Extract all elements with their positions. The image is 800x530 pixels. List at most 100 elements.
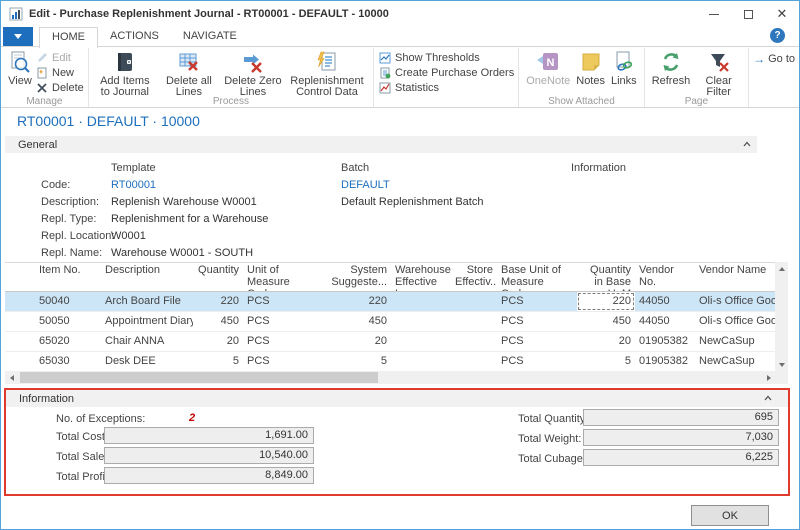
grid-cell[interactable]: 5 [193,352,243,371]
grid-row[interactable]: 65030Desk DEE5PCS5PCS501905382NewCaSup [5,352,775,372]
minimize-button[interactable] [697,1,731,27]
grid-cell[interactable]: Appointment Diary [101,312,193,331]
column-header[interactable]: Warehouse Effective I... [391,263,451,291]
grid-cell[interactable] [391,312,451,331]
grid-cell[interactable]: Chair ANNA [101,332,193,351]
statistics-button[interactable]: Statistics [378,80,514,95]
grid-cell[interactable]: 01905382 [635,352,695,371]
onenote-button[interactable]: N OneNote [523,49,573,88]
grid-cell[interactable]: Arch Board File [101,292,193,311]
batch-code-link[interactable]: DEFAULT [341,179,390,191]
delete-zero-lines-button[interactable]: Delete Zero Lines [221,49,285,99]
grid-cell[interactable] [5,332,35,351]
grid-cell[interactable]: PCS [243,312,323,331]
grid-cell[interactable]: 65030 [35,352,101,371]
column-header[interactable]: Base Unit of Measure Code [497,263,577,291]
links-button[interactable]: Links [608,49,640,88]
column-header[interactable]: Description [101,263,193,291]
template-code-link[interactable]: RT00001 [111,179,156,191]
grid-cell[interactable] [451,292,497,311]
grid-cell[interactable]: 50050 [35,312,101,331]
grid-cell[interactable]: 65020 [35,332,101,351]
new-button[interactable]: New [35,65,84,80]
vertical-scrollbar[interactable] [775,262,788,371]
total-cubage-field[interactable]: 6,225 [583,449,779,466]
grid-cell[interactable]: PCS [497,312,577,331]
edit-button[interactable]: Edit [35,50,84,65]
grid-cell[interactable] [5,292,35,311]
goto-button[interactable]: → Go to [753,51,795,66]
column-header[interactable]: Vendor No. [635,263,695,291]
grid-cell[interactable]: PCS [497,332,577,351]
general-section-header[interactable]: General [5,136,757,153]
collapse-general-icon[interactable] [743,141,750,148]
collapse-information-icon[interactable] [764,395,771,402]
tab-navigate[interactable]: NAVIGATE [171,27,249,47]
grid-cell[interactable]: 220 [577,292,635,311]
grid-cell[interactable] [391,332,451,351]
delete-button[interactable]: Delete [35,80,84,95]
grid-cell[interactable]: 50040 [35,292,101,311]
grid-cell[interactable] [5,312,35,331]
scroll-right-button[interactable] [762,371,775,384]
grid-cell[interactable]: PCS [497,292,577,311]
horizontal-scroll-thumb[interactable] [20,372,378,383]
total-sales-field[interactable]: 10,540.00 [104,447,314,464]
total-weight-field[interactable]: 7,030 [583,429,779,446]
column-header[interactable]: Unit of Measure Code [243,263,323,291]
grid-row[interactable]: 50050Appointment Diary450PCS450PCS450440… [5,312,775,332]
view-button[interactable]: View [5,49,35,88]
show-thresholds-button[interactable]: Show Thresholds [378,50,514,65]
grid-cell[interactable]: 01905382 [635,332,695,351]
grid-row[interactable]: 50040Arch Board File220PCS220PCS22044050… [5,292,775,312]
total-profit-field[interactable]: 8,849.00 [104,467,314,484]
help-button[interactable]: ? [770,28,785,43]
create-purchase-orders-button[interactable]: Create Purchase Orders [378,65,514,80]
app-menu-button[interactable] [3,27,33,46]
ok-button[interactable]: OK [691,505,769,526]
column-header[interactable]: Store Effectiv... [451,263,497,291]
grid-cell[interactable]: 20 [323,332,391,351]
scroll-left-button[interactable] [5,371,18,384]
grid-cell[interactable] [451,332,497,351]
grid-row[interactable]: 65020Chair ANNA20PCS20PCS2001905382NewCa… [5,332,775,352]
horizontal-scrollbar[interactable] [5,371,775,384]
grid-cell[interactable]: 450 [323,312,391,331]
column-header[interactable] [5,263,35,291]
notes-button[interactable]: Notes [573,49,608,88]
grid-cell[interactable] [391,352,451,371]
grid-cell[interactable]: NewCaSup [695,352,775,371]
clear-filter-button[interactable]: Clear Filter [693,49,744,99]
replenishment-control-data-button[interactable]: Replenishment Control Data [285,49,369,99]
information-section-header[interactable]: Information [6,390,788,407]
grid-cell[interactable]: PCS [243,352,323,371]
grid-cell[interactable]: 220 [193,292,243,311]
scroll-up-button[interactable] [775,262,788,275]
grid-cell[interactable]: PCS [243,292,323,311]
column-header[interactable]: Quantity in Base UoM [577,263,635,291]
grid-cell[interactable]: Oli-s Office Goods [695,312,775,331]
grid-cell[interactable]: 44050 [635,312,695,331]
grid-cell[interactable]: Desk DEE [101,352,193,371]
maximize-button[interactable] [731,1,765,27]
grid-cell[interactable]: 450 [577,312,635,331]
add-items-to-journal-button[interactable]: Add Items to Journal [93,49,157,99]
column-header[interactable]: System Suggeste... [323,263,391,291]
grid-cell[interactable] [451,352,497,371]
column-header[interactable]: Quantity [193,263,243,291]
scroll-down-button[interactable] [775,358,788,371]
tab-actions[interactable]: ACTIONS [98,27,171,47]
grid-cell[interactable]: 5 [323,352,391,371]
column-header[interactable]: Vendor Name [695,263,775,291]
grid-cell[interactable]: PCS [497,352,577,371]
grid-cell[interactable] [391,292,451,311]
grid-cell[interactable]: 220 [323,292,391,311]
close-button[interactable]: ✕ [765,1,799,27]
refresh-button[interactable]: Refresh [649,49,694,88]
grid-cell[interactable]: 450 [193,312,243,331]
grid-cell[interactable] [451,312,497,331]
grid-cell[interactable]: 20 [577,332,635,351]
grid-cell[interactable]: NewCaSup [695,332,775,351]
grid-cell[interactable]: 20 [193,332,243,351]
total-quantity-field[interactable]: 695 [583,409,779,426]
